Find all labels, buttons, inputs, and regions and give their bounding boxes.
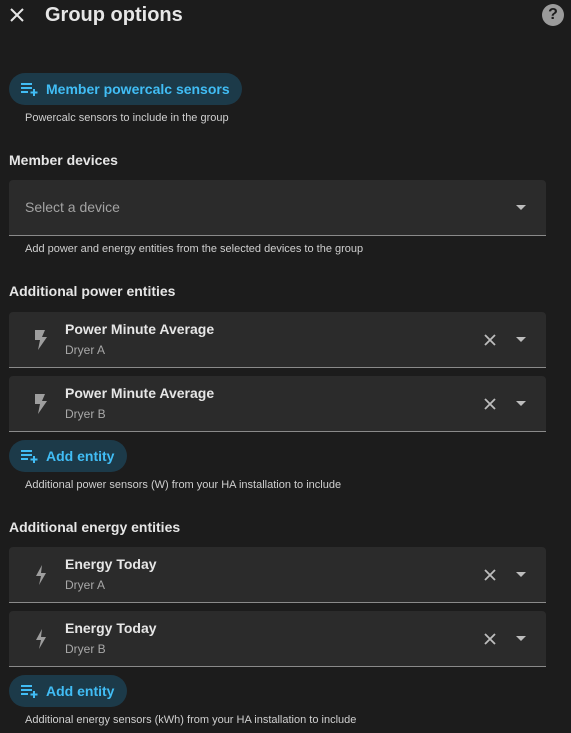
chevron-down-icon[interactable] [516,572,526,577]
entity-name: Energy Today [65,620,157,636]
entity-device: Dryer B [65,407,106,421]
playlist-add-icon [21,450,38,463]
chevron-down-icon[interactable] [516,401,526,406]
power-entity-row[interactable]: Power Minute Average Dryer A [9,312,546,368]
playlist-add-icon [21,83,38,96]
power-entity-row[interactable]: Power Minute Average Dryer B [9,376,546,432]
chevron-down-icon[interactable] [516,205,526,210]
chevron-down-icon[interactable] [516,337,526,342]
member-powercalc-sensors-label: Member powercalc sensors [46,81,230,97]
member-devices-helper: Add power and energy entities from the s… [25,243,364,255]
playlist-add-icon [21,685,38,698]
add-energy-entity-button[interactable]: Add entity [9,675,128,707]
flash-icon [35,330,47,350]
energy-entities-helper: Additional energy sensors (kWh) from you… [25,714,357,726]
clear-icon[interactable] [482,396,498,412]
device-select[interactable]: Select a device [9,180,546,236]
add-entity-label: Add entity [46,683,115,699]
power-entities-title: Additional power entities [9,283,176,299]
member-powercalc-helper: Powercalc sensors to include in the grou… [25,112,229,124]
lightning-bolt-icon [36,565,46,585]
entity-device: Dryer A [65,578,106,592]
clear-icon[interactable] [482,631,498,647]
entity-device: Dryer B [65,642,106,656]
help-icon: ? [548,6,558,23]
add-entity-label: Add entity [46,448,115,464]
lightning-bolt-icon [36,629,46,649]
member-devices-title: Member devices [9,152,118,168]
entity-device: Dryer A [65,343,106,357]
close-button[interactable] [6,4,28,26]
clear-icon[interactable] [482,567,498,583]
entity-name: Power Minute Average [65,385,215,401]
dialog-title: Group options [45,4,183,26]
help-button[interactable]: ? [542,4,564,26]
entity-name: Energy Today [65,556,157,572]
chevron-down-icon[interactable] [516,636,526,641]
device-select-placeholder: Select a device [25,199,120,215]
energy-entity-row[interactable]: Energy Today Dryer A [9,547,546,603]
power-entities-helper: Additional power sensors (W) from your H… [25,479,342,491]
close-icon [10,8,24,22]
energy-entity-row[interactable]: Energy Today Dryer B [9,611,546,667]
member-powercalc-sensors-button[interactable]: Member powercalc sensors [9,73,242,105]
add-power-entity-button[interactable]: Add entity [9,440,128,472]
dialog-header: Group options ? [0,0,571,32]
clear-icon[interactable] [482,332,498,348]
energy-entities-title: Additional energy entities [9,519,181,535]
flash-icon [35,394,47,414]
entity-name: Power Minute Average [65,321,215,337]
